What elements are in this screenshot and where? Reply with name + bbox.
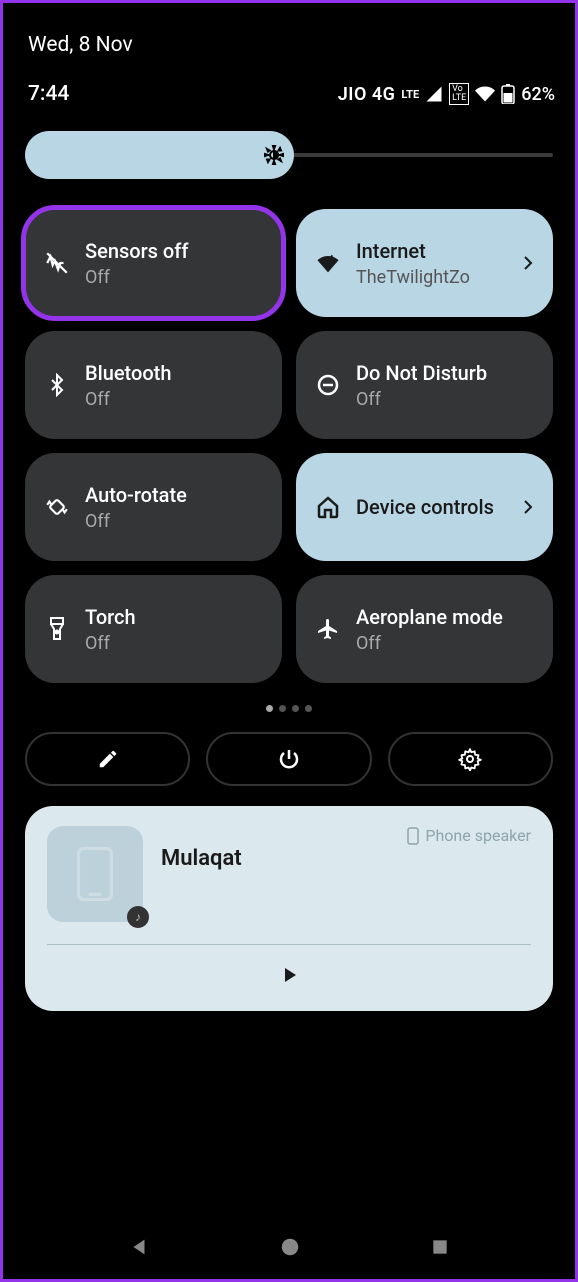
page-indicator bbox=[3, 687, 575, 726]
edit-button[interactable] bbox=[25, 732, 190, 786]
sensors-off-icon bbox=[43, 249, 71, 277]
music-app-badge: ♪ bbox=[127, 906, 149, 928]
tile-title: Sensors off bbox=[85, 239, 262, 263]
pencil-icon bbox=[97, 748, 119, 770]
nav-recents-button[interactable] bbox=[430, 1237, 450, 1257]
tile-sub: Off bbox=[85, 511, 262, 532]
rotate-icon bbox=[43, 493, 71, 521]
tile-device-controls[interactable]: Device controls bbox=[296, 453, 553, 561]
dnd-icon bbox=[314, 371, 342, 399]
tile-title: Auto-rotate bbox=[85, 483, 262, 507]
tile-sub: TheTwilightZo bbox=[356, 267, 509, 288]
media-controls bbox=[47, 957, 531, 989]
wifi-icon bbox=[314, 249, 342, 277]
quick-settings-tiles: Sensors off Off Internet TheTwilightZo B… bbox=[3, 199, 575, 687]
status-bar: 7:44 JIO 4G LTE VoLTE 62% bbox=[3, 67, 575, 121]
tile-title: Aeroplane mode bbox=[356, 605, 533, 629]
tile-bluetooth[interactable]: Bluetooth Off bbox=[25, 331, 282, 439]
tile-title: Do Not Disturb bbox=[356, 361, 533, 385]
tile-dnd[interactable]: Do Not Disturb Off bbox=[296, 331, 553, 439]
media-player-card[interactable]: ♪ Mulaqat Phone speaker bbox=[25, 806, 553, 1011]
settings-button[interactable] bbox=[388, 732, 553, 786]
media-output-label: Phone speaker bbox=[425, 826, 531, 845]
brightness-slider[interactable] bbox=[25, 131, 553, 179]
tile-title: Internet bbox=[356, 239, 509, 263]
nav-back-button[interactable] bbox=[128, 1236, 150, 1258]
tile-aeroplane-mode[interactable]: Aeroplane mode Off bbox=[296, 575, 553, 683]
brightness-icon bbox=[262, 143, 286, 167]
tile-title: Torch bbox=[85, 605, 262, 629]
media-artwork: ♪ bbox=[47, 826, 143, 922]
chevron-right-icon bbox=[523, 499, 533, 515]
wifi-status-icon bbox=[475, 84, 495, 104]
tile-auto-rotate[interactable]: Auto-rotate Off bbox=[25, 453, 282, 561]
action-buttons-row bbox=[3, 726, 575, 806]
tile-title: Device controls bbox=[356, 495, 509, 519]
tile-sensors-off[interactable]: Sensors off Off bbox=[25, 209, 282, 317]
tile-sub: Off bbox=[85, 633, 262, 654]
volte-icon: VoLTE bbox=[449, 83, 469, 105]
home-icon bbox=[314, 493, 342, 521]
date: Wed, 8 Nov bbox=[3, 3, 575, 67]
power-button[interactable] bbox=[206, 732, 371, 786]
media-divider bbox=[47, 944, 531, 945]
nav-home-button[interactable] bbox=[279, 1236, 301, 1258]
tile-sub: Off bbox=[85, 267, 262, 288]
tile-internet[interactable]: Internet TheTwilightZo bbox=[296, 209, 553, 317]
brightness-slider-row bbox=[3, 121, 575, 199]
bluetooth-icon bbox=[43, 371, 71, 399]
gear-icon bbox=[458, 747, 482, 771]
tile-sub: Off bbox=[356, 633, 533, 654]
status-right: JIO 4G LTE VoLTE 62% bbox=[338, 83, 555, 105]
status-network: JIO 4G bbox=[338, 84, 396, 105]
power-icon bbox=[277, 747, 301, 771]
status-time: 7:44 bbox=[28, 82, 69, 106]
phone-speaker-icon bbox=[407, 827, 419, 845]
status-lte-icon: LTE bbox=[401, 88, 419, 101]
chevron-right-icon bbox=[523, 255, 533, 271]
tile-sub: Off bbox=[85, 389, 262, 410]
play-button[interactable] bbox=[277, 963, 301, 987]
navigation-bar bbox=[3, 1215, 575, 1279]
tile-title: Bluetooth bbox=[85, 361, 262, 385]
tile-torch[interactable]: Torch Off bbox=[25, 575, 282, 683]
battery-icon bbox=[501, 84, 515, 104]
airplane-icon bbox=[314, 615, 342, 643]
media-output[interactable]: Phone speaker bbox=[407, 826, 531, 845]
torch-icon bbox=[43, 615, 71, 643]
media-title: Mulaqat bbox=[161, 846, 242, 871]
battery-percent: 62% bbox=[521, 84, 555, 105]
signal-icon bbox=[425, 85, 443, 103]
tile-sub: Off bbox=[356, 389, 533, 410]
